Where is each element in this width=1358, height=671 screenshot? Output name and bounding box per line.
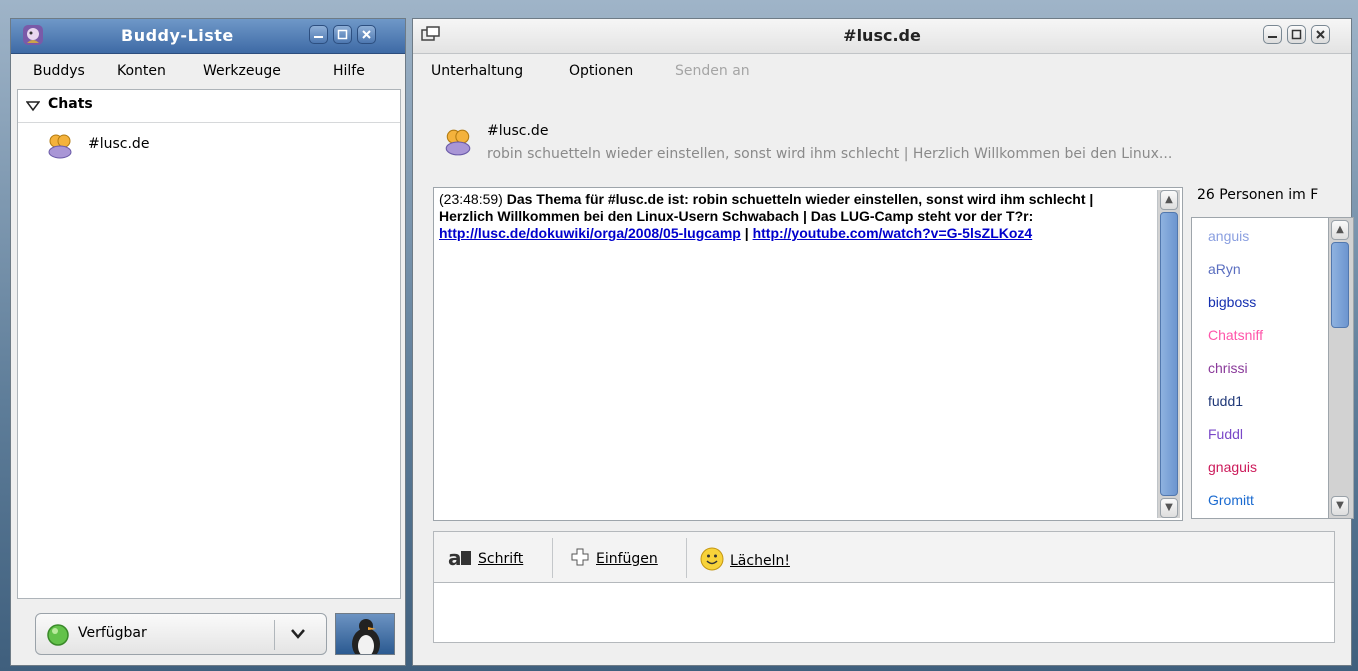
group-chats[interactable]: Chats: [18, 90, 400, 123]
available-status-icon: [46, 623, 70, 651]
message-separator: |: [744, 225, 749, 241]
message-link-youtube[interactable]: http://youtube.com/watch?v=G-5lsZLKoz4: [753, 225, 1033, 241]
smile-label: Lächeln!: [730, 553, 790, 569]
svg-text:a: a: [448, 547, 462, 567]
font-button[interactable]: a Schrift: [448, 546, 524, 571]
message-timestamp: (23:48:59): [439, 191, 503, 207]
toolbar-separator: [686, 538, 687, 578]
menu-buddys[interactable]: Buddys: [33, 63, 85, 79]
user-item[interactable]: Chatsniff: [1208, 327, 1263, 343]
message-text: Das Thema für #lusc.de ist: robin schuet…: [439, 191, 1094, 224]
conversation-topic: robin schuetteln wieder einstellen, sons…: [487, 146, 1173, 162]
chevron-down-icon[interactable]: [290, 627, 306, 645]
menu-hilfe[interactable]: Hilfe: [333, 63, 365, 79]
user-item[interactable]: Gromitt: [1208, 492, 1254, 508]
menu-unterhaltung[interactable]: Unterhaltung: [431, 63, 523, 79]
smile-button[interactable]: Lächeln!: [700, 547, 790, 575]
group-label: Chats: [48, 96, 93, 112]
chat-group-icon: [443, 127, 473, 161]
format-toolbar: a Schrift Einfügen Lächeln!: [433, 531, 1335, 583]
minimize-button[interactable]: [1263, 25, 1282, 44]
user-item[interactable]: fudd1: [1208, 393, 1243, 409]
pidgin-icon: [21, 23, 45, 51]
expander-triangle-icon[interactable]: [25, 100, 41, 116]
conversation-log[interactable]: (23:48:59) Das Thema für #lusc.de ist: r…: [433, 187, 1183, 521]
message-link-lugcamp[interactable]: http://lusc.de/dokuwiki/orga/2008/05-lug…: [439, 225, 741, 241]
menu-werkzeuge[interactable]: Werkzeuge: [203, 63, 281, 79]
message-input[interactable]: [433, 583, 1335, 643]
maximize-button[interactable]: [333, 25, 352, 44]
toolbar-separator: [552, 538, 553, 578]
smiley-icon: [700, 547, 724, 575]
chat-titlebar[interactable]: #lusc.de: [413, 19, 1351, 54]
scroll-up-button[interactable]: ▲: [1331, 220, 1349, 240]
buddy-tree: Chats #lusc.de: [17, 89, 401, 599]
font-icon: a: [448, 546, 472, 571]
scroll-down-button[interactable]: ▼: [1160, 498, 1178, 518]
user-list[interactable]: anguis aRyn bigboss Chatsniff chrissi fu…: [1191, 217, 1354, 519]
plus-icon: [570, 547, 590, 571]
scroll-thumb[interactable]: [1160, 212, 1178, 496]
chat-window: #lusc.de Unterhaltung Optionen Senden an…: [412, 18, 1354, 666]
chat-list-item[interactable]: #lusc.de: [18, 128, 400, 164]
user-item[interactable]: aRyn: [1208, 261, 1241, 277]
conversation-name: #lusc.de: [487, 123, 549, 139]
status-selector[interactable]: Verfügbar: [35, 613, 327, 655]
buddy-menubar: Buddys Konten Werkzeuge Hilfe: [11, 57, 405, 87]
menu-konten[interactable]: Konten: [117, 63, 166, 79]
menu-senden-an[interactable]: Senden an: [675, 63, 750, 79]
buddy-titlebar[interactable]: Buddy-Liste: [11, 19, 405, 54]
chat-menubar: Unterhaltung Optionen Senden an: [413, 57, 1351, 87]
scroll-thumb[interactable]: [1331, 242, 1349, 328]
chat-group-icon: [46, 132, 74, 164]
close-button[interactable]: [1311, 25, 1330, 44]
insert-label: Einfügen: [596, 551, 658, 567]
conversation-scrollbar[interactable]: ▲ ▼: [1157, 190, 1180, 518]
buddy-avatar[interactable]: [335, 613, 395, 655]
minimize-button[interactable]: [309, 25, 328, 44]
user-item[interactable]: anguis: [1208, 228, 1249, 244]
status-divider: [274, 620, 275, 650]
user-list-scrollbar[interactable]: ▲ ▼: [1328, 217, 1354, 519]
user-item[interactable]: bigboss: [1208, 294, 1256, 310]
window-title: Buddy-Liste: [121, 26, 234, 45]
status-label: Verfügbar: [78, 625, 147, 641]
close-button[interactable]: [357, 25, 376, 44]
scroll-down-button[interactable]: ▼: [1331, 496, 1349, 516]
user-item[interactable]: gnaguis: [1208, 459, 1257, 475]
scroll-up-button[interactable]: ▲: [1160, 190, 1178, 210]
menu-optionen[interactable]: Optionen: [569, 63, 633, 79]
user-item[interactable]: Fuddl: [1208, 426, 1243, 442]
chat-item-label: #lusc.de: [88, 136, 150, 152]
message: (23:48:59) Das Thema für #lusc.de ist: r…: [439, 191, 1129, 242]
user-item[interactable]: chrissi: [1208, 360, 1248, 376]
user-count-label: 26 Personen im F: [1197, 187, 1319, 203]
buddy-list-window: Buddy-Liste Buddys Konten Werkzeuge Hilf…: [10, 18, 406, 666]
status-area: Verfügbar: [17, 605, 399, 661]
maximize-button[interactable]: [1287, 25, 1306, 44]
font-label: Schrift: [478, 551, 524, 567]
window-title: #lusc.de: [843, 26, 921, 45]
insert-button[interactable]: Einfügen: [570, 547, 658, 571]
